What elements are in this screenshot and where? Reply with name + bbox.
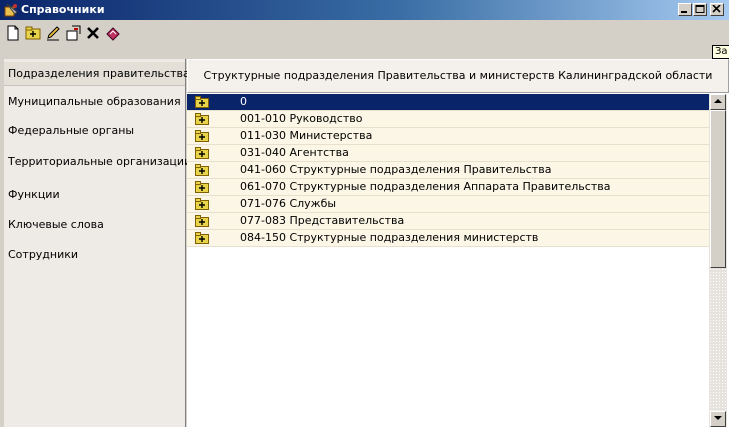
edit-button[interactable]	[44, 24, 62, 42]
sidebar-item-functions[interactable]: Функции	[4, 183, 185, 207]
properties-button[interactable]	[64, 24, 82, 42]
folder-icon	[195, 147, 209, 159]
scroll-down-button[interactable]	[710, 411, 726, 427]
new-document-button[interactable]	[4, 24, 22, 42]
window-title: Справочники	[21, 3, 105, 16]
list-item[interactable]: 071-076 Службы	[187, 196, 709, 213]
list-item[interactable]: 041-060 Структурные подразделения Правит…	[187, 162, 709, 179]
app-icon	[3, 2, 19, 18]
vertical-scrollbar[interactable]	[709, 94, 727, 427]
folder-icon	[195, 198, 209, 210]
sidebar-item-territorial-organizations[interactable]: Территориальные организации	[4, 150, 191, 174]
scroll-up-button[interactable]	[710, 94, 726, 110]
list-item[interactable]: 031-040 Агентства	[187, 145, 709, 162]
sidebar-item-keywords[interactable]: Ключевые слова	[4, 213, 185, 237]
list-item[interactable]: 011-030 Министерства	[187, 128, 709, 145]
minimize-button[interactable]	[678, 3, 692, 16]
book-button[interactable]	[104, 24, 122, 42]
delete-button[interactable]	[84, 24, 102, 42]
list-item-label: 061-070 Структурные подразделения Аппара…	[240, 180, 611, 193]
list-item-label: 011-030 Министерства	[240, 129, 373, 142]
folder-icon	[195, 181, 209, 193]
folder-icon	[195, 96, 209, 108]
add-folder-button[interactable]	[24, 24, 42, 42]
sidebar-item-federal-bodies[interactable]: Федеральные органы	[4, 119, 185, 143]
close-button[interactable]	[710, 3, 724, 16]
folder-icon	[195, 113, 209, 125]
list-item[interactable]: 001-010 Руководство	[187, 111, 709, 128]
main-panel: Структурные подразделения Правительства …	[187, 59, 729, 427]
list-item-label: 001-010 Руководство	[240, 112, 363, 125]
list-item-label: 071-076 Службы	[240, 197, 337, 210]
panel-header: Структурные подразделения Правительства …	[187, 59, 729, 93]
folder-icon	[195, 130, 209, 142]
list-item-label: 031-040 Агентства	[240, 146, 349, 159]
sidebar: Подразделения правительства Муниципальны…	[4, 59, 191, 427]
list-item-label: 077-083 Представительства	[240, 214, 405, 227]
list-item-label: 041-060 Структурные подразделения Правит…	[240, 163, 552, 176]
sidebar-item-government-divisions[interactable]: Подразделения правительства	[4, 62, 190, 86]
list-item-label: 0	[240, 95, 247, 108]
references-window: Справочники За Подразделения правительст…	[0, 0, 729, 427]
tooltip: За	[712, 45, 729, 59]
sidebar-item-municipalities[interactable]: Муниципальные образования	[4, 90, 185, 114]
tree-list[interactable]: 0 001-010 Руководство 011-030 Министерст…	[187, 94, 709, 427]
toolbar	[0, 20, 729, 46]
list-item[interactable]: 084-150 Структурные подразделения минист…	[187, 230, 709, 247]
folder-icon	[195, 215, 209, 227]
list-item[interactable]: 061-070 Структурные подразделения Аппара…	[187, 179, 709, 196]
maximize-button[interactable]	[693, 3, 707, 16]
list-item[interactable]: 0	[187, 94, 709, 111]
sidebar-item-employees[interactable]: Сотрудники	[4, 243, 185, 267]
folder-icon	[195, 164, 209, 176]
title-bar[interactable]: Справочники	[0, 0, 729, 20]
folder-icon	[195, 232, 209, 244]
list-item[interactable]: 077-083 Представительства	[187, 213, 709, 230]
scrollbar-thumb[interactable]	[710, 110, 726, 268]
list-item-label: 084-150 Структурные подразделения минист…	[240, 231, 539, 244]
